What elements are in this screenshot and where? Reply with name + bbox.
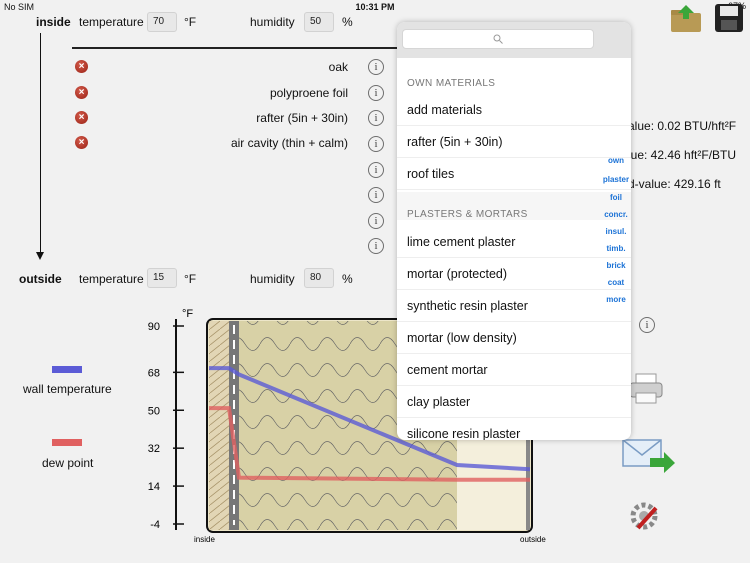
wall-temperature-legend-swatch xyxy=(52,366,82,373)
folder-upload-icon[interactable] xyxy=(670,3,702,33)
y-tick-label: 50 xyxy=(148,405,160,417)
index-concrete[interactable]: concr. xyxy=(599,210,631,219)
material-item[interactable]: cement mortar xyxy=(397,354,631,386)
oak-layer xyxy=(209,321,229,530)
email-export-icon[interactable] xyxy=(622,438,676,474)
index-coat[interactable]: coat xyxy=(599,278,631,287)
inside-humidity-unit: % xyxy=(342,15,353,29)
inside-humidity-input[interactable]: 50 xyxy=(304,12,334,32)
outside-humidity-input[interactable]: 80 xyxy=(304,268,334,288)
flow-arrow-line xyxy=(40,33,41,255)
layer-name[interactable]: air cavity (thin + calm) xyxy=(68,136,348,150)
index-own[interactable]: own xyxy=(599,156,631,165)
section-plasters-mortars: PLASTERS & MORTARS xyxy=(407,209,528,220)
index-brick[interactable]: brick xyxy=(599,261,631,270)
material-item[interactable]: lime cement plaster xyxy=(397,226,631,258)
wall-temperature-legend-label: wall temperature xyxy=(23,382,112,396)
outside-humidity-label: humidity xyxy=(250,272,295,286)
info-icon[interactable]: i xyxy=(368,85,384,101)
y-tick-label: -4 xyxy=(150,519,160,531)
status-bar: No SIM 10:31 PM 67% xyxy=(0,0,750,14)
search-bar xyxy=(397,22,631,58)
y-tick-label: 14 xyxy=(148,481,160,493)
info-icon[interactable]: i xyxy=(368,59,384,75)
settings-tools-icon[interactable] xyxy=(628,500,662,534)
index-timber[interactable]: timb. xyxy=(599,244,631,253)
y-tick-label: 68 xyxy=(148,367,160,379)
material-item[interactable]: mortar (low density) xyxy=(397,322,631,354)
x-label-outside: outside xyxy=(520,535,546,544)
printer-icon[interactable] xyxy=(628,372,664,406)
info-icon[interactable]: i xyxy=(368,162,384,178)
index-insulation[interactable]: insul. xyxy=(599,227,631,236)
y-axis-unit: °F xyxy=(182,308,193,320)
y-tick-label: 90 xyxy=(148,321,160,333)
dew-point-legend-label: dew point xyxy=(42,456,94,470)
clock: 10:31 PM xyxy=(355,2,395,12)
material-item[interactable]: silicone resin plaster xyxy=(397,418,631,440)
layer-name[interactable]: oak xyxy=(68,60,348,74)
index-foil[interactable]: foil xyxy=(599,193,631,202)
layer-name[interactable]: rafter (5in + 30in) xyxy=(68,111,348,125)
index-more[interactable]: more xyxy=(599,295,631,304)
inside-temperature-label: temperature xyxy=(79,15,144,29)
r-value-result: lue: 42.46 hft²F/BTU xyxy=(628,148,737,162)
material-item[interactable]: roof tiles xyxy=(397,158,631,190)
floppy-disk-icon[interactable] xyxy=(714,3,744,33)
outside-temperature-input[interactable]: 15 xyxy=(147,268,177,288)
info-icon[interactable]: i xyxy=(368,136,384,152)
material-item[interactable]: add materials xyxy=(397,94,631,126)
search-input[interactable] xyxy=(402,29,594,49)
info-icon[interactable]: i xyxy=(368,110,384,126)
info-icon[interactable]: i xyxy=(368,213,384,229)
info-icon[interactable]: i xyxy=(368,238,384,254)
search-icon xyxy=(493,34,503,44)
material-item[interactable]: clay plaster xyxy=(397,386,631,418)
info-icon[interactable]: i xyxy=(368,187,384,203)
chart-info-icon[interactable]: i xyxy=(639,317,655,333)
layer-top-line xyxy=(72,47,398,49)
inside-temperature-unit: °F xyxy=(184,15,197,29)
x-label-inside: inside xyxy=(194,535,215,544)
flow-arrow-head xyxy=(36,252,44,260)
layer-name[interactable]: polyproene foil xyxy=(68,86,348,100)
material-item[interactable]: rafter (5in + 30in) xyxy=(397,126,631,158)
outside-label: outside xyxy=(19,272,62,286)
index-plaster[interactable]: plaster xyxy=(599,175,631,184)
inside-humidity-label: humidity xyxy=(250,15,295,29)
inside-label: inside xyxy=(36,15,71,29)
inside-temperature-input[interactable]: 70 xyxy=(147,12,177,32)
dew-point-legend-swatch xyxy=(52,439,82,446)
outside-temperature-unit: °F xyxy=(184,272,197,286)
section-own-materials: OWN MATERIALS xyxy=(407,78,496,89)
sd-value-result: d-value: 429.16 ft xyxy=(628,177,721,191)
material-picker-popover[interactable]: OWN MATERIALS add materials rafter (5in … xyxy=(397,22,631,440)
material-item[interactable]: mortar (protected) xyxy=(397,258,631,290)
y-tick-label: 32 xyxy=(148,443,160,455)
outside-humidity-unit: % xyxy=(342,272,353,286)
material-item[interactable]: synthetic resin plaster xyxy=(397,290,631,322)
outside-temperature-label: temperature xyxy=(79,272,144,286)
u-value-result: alue: 0.02 BTU/hft²F xyxy=(628,119,737,133)
